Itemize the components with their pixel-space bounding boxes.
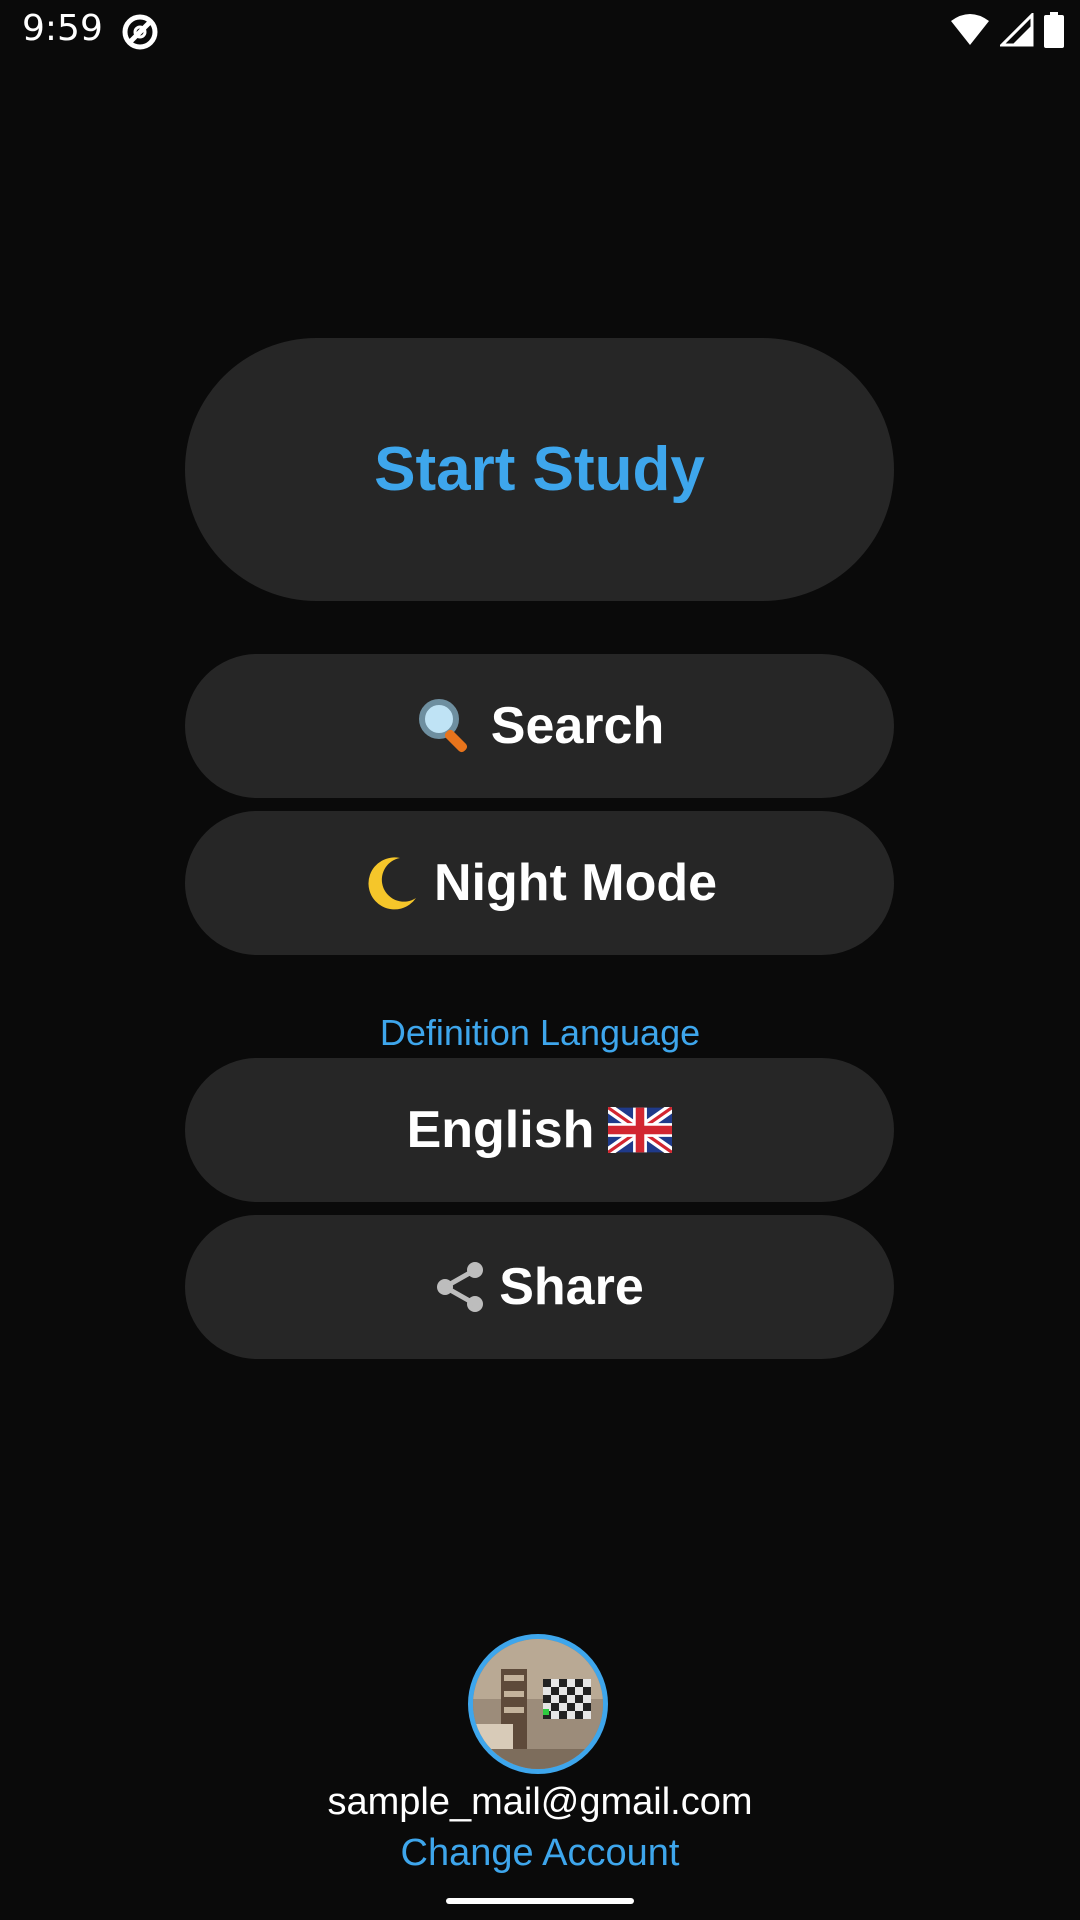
- wifi-icon: [950, 13, 990, 52]
- night-mode-button[interactable]: Night Mode: [185, 811, 894, 955]
- change-account-link[interactable]: Change Account: [0, 1832, 1080, 1875]
- share-label: Share: [499, 1258, 644, 1316]
- night-mode-label: Night Mode: [433, 854, 718, 912]
- definition-language-label: Definition Language: [379, 1012, 701, 1053]
- status-bar: 9:59: [0, 0, 1080, 64]
- share-icon: [435, 1260, 485, 1314]
- account-avatar[interactable]: [468, 1634, 608, 1774]
- app-notification-icon: [120, 12, 160, 52]
- crescent-moon-icon: [362, 854, 420, 912]
- share-button[interactable]: Share: [185, 1215, 894, 1359]
- uk-flag-icon: [608, 1107, 673, 1153]
- account-email: sample_mail@gmail.com: [327, 1781, 753, 1823]
- cell-signal-icon: [998, 10, 1034, 52]
- status-icons: [950, 10, 1064, 53]
- start-study-label: Start Study: [374, 435, 705, 504]
- magnifying-glass-icon: [415, 695, 477, 757]
- language-select-button[interactable]: English: [185, 1058, 894, 1202]
- language-label: English: [406, 1101, 595, 1159]
- home-screen: 9:59 Start Study Search Night Mode Defin…: [0, 0, 1080, 1920]
- start-study-button[interactable]: Start Study: [185, 338, 894, 601]
- battery-icon: [1044, 11, 1064, 53]
- home-indicator[interactable]: [446, 1898, 634, 1904]
- search-button[interactable]: Search: [185, 654, 894, 798]
- status-time: 9:59: [22, 8, 103, 49]
- search-label: Search: [490, 697, 665, 755]
